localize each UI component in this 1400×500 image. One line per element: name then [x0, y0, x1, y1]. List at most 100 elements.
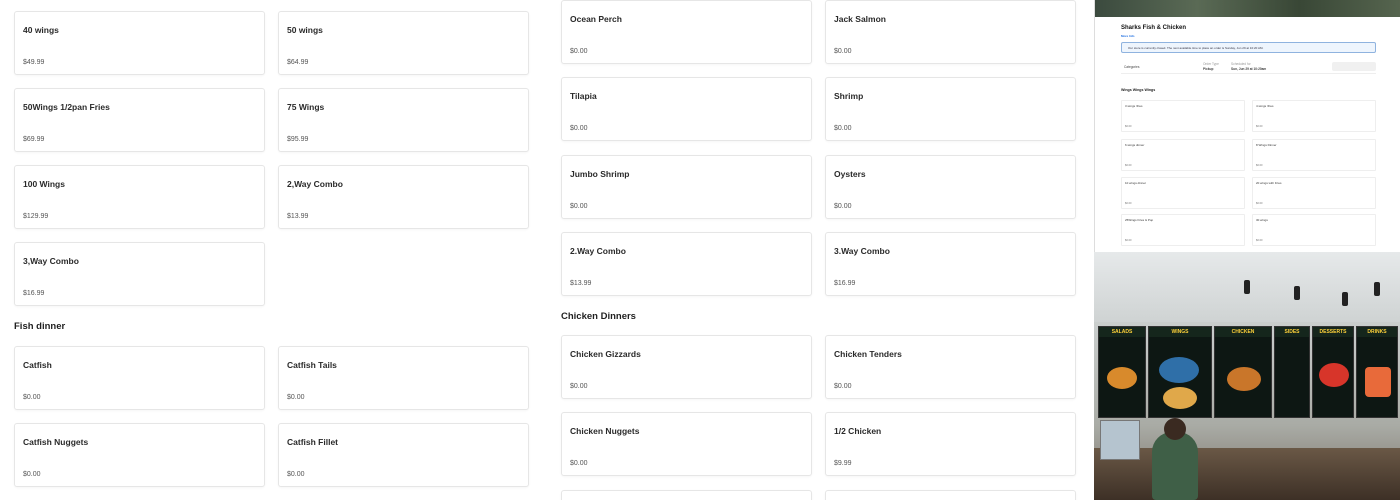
order-type-label: Order Type [1203, 62, 1219, 66]
categories-dropdown[interactable]: Categories [1124, 65, 1139, 69]
menu-item-card[interactable]: 75 Wings $95.99 [278, 88, 529, 152]
menu-item-card[interactable]: Shrimp $0.00 [825, 77, 1076, 141]
item-name: 2,Way Combo [287, 179, 343, 189]
mini-item-card[interactable]: 10 wings dinner $0.00 [1121, 177, 1245, 209]
item-price: $129.99 [23, 213, 49, 220]
customer [1152, 432, 1198, 500]
mini-item-card[interactable]: 8 Wings Dinner $0.00 [1252, 139, 1376, 171]
item-price: $0.00 [570, 460, 588, 467]
item-price: $13.99 [287, 213, 309, 220]
store-more-info-link[interactable]: More Info [1121, 34, 1135, 38]
menu-board: SALADS [1098, 326, 1146, 418]
item-name: Chicken Gizzards [570, 349, 641, 359]
item-price: $16.99 [834, 280, 856, 287]
menu-board: CHICKEN [1214, 326, 1272, 418]
item-price: $95.99 [287, 136, 309, 143]
item-name: 2.Way Combo [570, 246, 626, 256]
store-page-thumbnail[interactable]: Sharks Fish & Chicken More Info Our stor… [1094, 0, 1400, 252]
header-banner [1095, 0, 1400, 17]
store-name: Sharks Fish & Chicken [1121, 25, 1187, 31]
section-title-chicken-dinners: Chicken Dinners [561, 311, 636, 322]
closed-notice: Our store is currently closed. The next … [1121, 42, 1376, 53]
item-name: Catfish Tails [287, 360, 337, 370]
item-name: Shrimp [834, 91, 864, 101]
menu-item-card[interactable]: 40 wings $49.99 [14, 11, 265, 75]
item-name: Catfish Nuggets [23, 437, 89, 447]
mini-item-card[interactable]: 3 wings /fries $0.00 [1121, 100, 1245, 132]
menu-item-card[interactable]: 2.Way Combo $13.99 [561, 232, 812, 296]
menu-item-card[interactable]: 3.Way Combo $16.99 [825, 232, 1076, 296]
item-price: $16.99 [23, 290, 45, 297]
item-name: Chicken Tenders [834, 349, 902, 359]
menu-item-card[interactable]: 2,Way Combo $13.99 [278, 165, 529, 229]
menu-item-card[interactable]: Chicken Gizzards $0.00 [561, 335, 812, 399]
item-name: 75 Wings [287, 102, 325, 112]
menu-item-card[interactable]: Chicken Nuggets $0.00 [561, 412, 812, 476]
filter-bar: Categories Order Type Pickup Scheduled f… [1121, 60, 1376, 74]
schedule-value[interactable]: Sun, Jun 29 at 10:20am [1231, 67, 1266, 71]
menu-item-card[interactable]: Catfish $0.00 [14, 346, 265, 410]
item-price: $69.99 [23, 136, 45, 143]
item-price: $9.99 [834, 460, 852, 467]
menu-board: SIDES [1274, 326, 1310, 418]
item-name: Jumbo Shrimp [570, 169, 630, 179]
menu-item-card[interactable]: Oysters $0.00 [825, 155, 1076, 219]
item-name: Ocean Perch [570, 14, 622, 24]
item-name: 50Wings 1/2pan Fries [23, 102, 110, 112]
menu-item-card[interactable]: Chicken Tenders $0.00 [825, 335, 1076, 399]
menu-item-card[interactable]: Catfish Nuggets $0.00 [14, 423, 265, 487]
section-title-wings: Wings Wings Wings [1121, 88, 1156, 92]
item-name: Tilapia [570, 91, 597, 101]
section-title-fish-dinner: Fish dinner [14, 321, 66, 332]
item-name: 50 wings [287, 25, 323, 35]
item-price: $0.00 [23, 471, 41, 478]
menu-item-card[interactable]: Jumbo Shrimp $0.00 [561, 155, 812, 219]
menu-item-card[interactable]: Tilapia $0.00 [561, 77, 812, 141]
item-price: $0.00 [287, 394, 305, 401]
mini-item-card[interactable]: 6 wings dinner $0.00 [1121, 139, 1245, 171]
item-price: $0.00 [570, 48, 588, 55]
menu-item-card[interactable] [825, 490, 1076, 500]
menu-item-card[interactable]: Catfish Fillet $0.00 [278, 423, 529, 487]
schedule-label: Scheduled for [1231, 62, 1251, 66]
item-name: Oysters [834, 169, 866, 179]
mini-item-card[interactable]: 4 wings /fries $0.00 [1252, 100, 1376, 132]
item-name: Catfish Fillet [287, 437, 339, 447]
item-price: $0.00 [570, 203, 588, 210]
menu-board: DRINKS [1356, 326, 1398, 418]
item-name: Jack Salmon [834, 14, 886, 24]
item-price: $0.00 [834, 125, 852, 132]
menu-item-card[interactable]: 1/2 Chicken $9.99 [825, 412, 1076, 476]
item-price: $0.00 [570, 125, 588, 132]
menu-item-card[interactable] [561, 490, 812, 500]
menu-item-card[interactable]: 3,Way Combo $16.99 [14, 242, 265, 306]
ceiling-lamp [1244, 280, 1250, 294]
ceiling-lamp [1294, 286, 1300, 300]
item-price: $0.00 [287, 471, 305, 478]
menu-board: DESSERTS [1312, 326, 1354, 418]
order-type-value[interactable]: Pickup [1203, 67, 1213, 71]
menu-item-card[interactable]: 100 Wings $129.99 [14, 165, 265, 229]
menu-item-card[interactable]: Ocean Perch $0.00 [561, 0, 812, 64]
mini-item-card[interactable]: 20 wings with Fries $0.00 [1252, 177, 1376, 209]
mini-item-card[interactable]: 30 wings $0.00 [1252, 214, 1376, 246]
mini-item-card[interactable]: 25Wings Fries & Pop $0.00 [1121, 214, 1245, 246]
menu-item-card[interactable]: 50 wings $64.99 [278, 11, 529, 75]
menu-item-card[interactable]: Catfish Tails $0.00 [278, 346, 529, 410]
menu-item-card[interactable]: Jack Salmon $0.00 [825, 0, 1076, 64]
ceiling-lamp [1374, 282, 1380, 296]
cart-button[interactable] [1332, 62, 1376, 71]
customer-head [1164, 418, 1186, 440]
item-name: 3.Way Combo [834, 246, 890, 256]
item-price: $0.00 [23, 394, 41, 401]
menu-item-card[interactable]: 50Wings 1/2pan Fries $69.99 [14, 88, 265, 152]
item-price: $0.00 [834, 203, 852, 210]
item-price: $13.99 [570, 280, 592, 287]
item-price: $0.00 [834, 383, 852, 390]
item-price: $0.00 [570, 383, 588, 390]
menu-board: WINGS [1148, 326, 1212, 418]
item-price: $49.99 [23, 59, 45, 66]
restaurant-photo: SALADS WINGS CHICKEN SIDES DESSERTS DRIN… [1094, 252, 1400, 500]
item-name: Catfish [23, 360, 52, 370]
item-price: $64.99 [287, 59, 309, 66]
